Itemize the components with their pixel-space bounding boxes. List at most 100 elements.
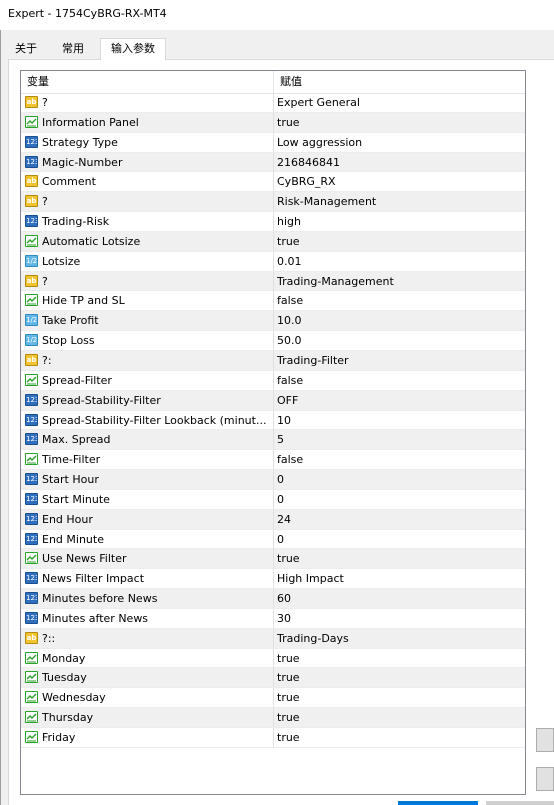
cell-divider [273,728,274,747]
parameter-value[interactable]: CyBRG_RX [277,172,517,191]
tab-common[interactable]: 常用 [52,40,94,60]
parameter-name: Max. Spread [42,433,111,447]
parameter-value[interactable]: Expert General [277,93,517,112]
cell-divider [273,93,274,112]
parameter-row[interactable]: 123 End Minute 0 [21,529,525,550]
cell-divider [273,589,274,609]
cell-divider [273,569,274,589]
side-button-upper[interactable] [536,728,554,752]
parameter-value[interactable]: 24 [277,510,517,529]
parameter-value[interactable]: 10 [277,411,517,430]
parameter-row[interactable]: 123 Spread-Stability-Filter Lookback (min… [21,410,525,431]
parameter-row[interactable]: ab?:: Trading-Days [21,628,525,649]
parameter-row[interactable]: 1/2 Take Profit 10.0 [21,311,525,332]
parameter-row[interactable]: ab? Risk-Management [21,192,525,213]
parameter-row[interactable]: 1/2 Stop Loss 50.0 [21,331,525,351]
parameter-value[interactable]: 30 [277,609,517,628]
parameter-value[interactable]: true [277,649,517,668]
parameter-row[interactable]: 1/2 Lotsize 0.01 [21,251,525,272]
parameter-value[interactable]: 0.01 [277,252,517,271]
tab-about[interactable]: 关于 [8,40,44,60]
parameter-row[interactable]: 123 End Hour 24 [21,509,525,530]
parameter-row[interactable]: Friday true [21,728,525,748]
parameter-value[interactable]: High Impact [277,569,517,588]
parameter-value[interactable]: true [277,668,517,687]
parameter-row[interactable]: Wednesday true [21,688,525,709]
parameter-value[interactable]: false [277,450,517,469]
parameter-row[interactable]: Hide TP and SL false [21,291,525,312]
cell-divider [273,370,274,390]
parameter-row[interactable]: 123 Spread-Stability-Filter OFF [21,390,525,411]
parameter-value[interactable]: OFF [277,391,517,410]
cancel-button[interactable] [486,801,554,805]
parameter-value[interactable]: true [277,688,517,707]
parameter-value[interactable]: Risk-Management [277,192,517,211]
parameter-value[interactable]: high [277,212,517,231]
bool-icon [25,711,38,724]
parameter-row[interactable]: Use News Filter true [21,549,525,570]
cell-divider [273,608,274,628]
parameter-value[interactable]: 0 [277,490,517,509]
parameter-row[interactable]: 123 News Filter Impact High Impact [21,569,525,590]
parameter-row[interactable]: ab? Expert General [21,93,525,113]
bool-icon [25,731,38,743]
parameter-value[interactable]: 10.0 [277,311,517,330]
parameter-row[interactable]: 123 Trading-Risk high [21,212,525,232]
parameter-row[interactable]: Tuesday true [21,668,525,689]
parameter-row[interactable]: Automatic Lotsize true [21,231,525,252]
parameter-value[interactable]: 60 [277,589,517,608]
parameter-name: Comment [42,175,96,189]
parameter-name: ? [42,195,48,209]
parameter-value[interactable]: 216846841 [277,153,517,172]
parameter-name: Minutes before News [42,592,158,606]
parameter-row[interactable]: 123 Strategy Type Low aggression [21,132,525,153]
parameter-value[interactable]: true [277,549,517,568]
column-header-value[interactable]: 赋值 [274,71,525,93]
parameter-value[interactable]: false [277,291,517,310]
parameter-name: News Filter Impact [42,572,145,586]
cell-divider [273,192,274,212]
parameter-row[interactable]: 123 Magic-Number 216846841 [21,152,525,173]
parameter-value[interactable]: Trading-Management [277,272,517,291]
parameter-name: ? [42,274,48,288]
parameter-value[interactable]: true [277,708,517,727]
column-header-variable[interactable]: 变量 [21,71,273,93]
parameter-value[interactable]: true [277,113,517,132]
parameter-row[interactable]: Time-Filter false [21,450,525,471]
parameter-value[interactable]: Trading-Days [277,629,517,648]
tab-input-parameters[interactable]: 输入参数 [100,38,166,60]
parameter-value[interactable]: Low aggression [277,133,517,152]
parameter-row[interactable]: Monday true [21,648,525,669]
bool-icon [25,294,38,307]
parameter-value[interactable]: true [277,728,517,747]
string-icon: ab [25,274,38,287]
parameter-value[interactable]: false [277,371,517,390]
string-icon: ab [25,195,38,208]
parameter-value[interactable]: 0 [277,530,517,549]
parameter-row[interactable]: 123 Start Minute 0 [21,489,525,510]
parameter-value[interactable]: 50.0 [277,331,517,350]
parameter-row[interactable]: Thursday true [21,708,525,728]
bool-icon [25,671,38,684]
parameter-name: Automatic Lotsize [42,234,141,248]
cell-divider [273,132,274,152]
parameter-row[interactable]: Spread-Filter false [21,370,525,391]
ok-button[interactable] [398,801,478,805]
parameter-row[interactable]: ab? Trading-Management [21,271,525,292]
parameter-row[interactable]: 123 Minutes after News 30 [21,608,525,629]
parameter-row[interactable]: ab?: Trading-Filter [21,350,525,371]
side-button-lower[interactable] [536,767,554,791]
parameter-row[interactable]: ab Comment CyBRG_RX [21,172,525,193]
parameter-value[interactable]: 0 [277,470,517,489]
parameter-row[interactable]: 123 Minutes before News 60 [21,589,525,609]
cell-divider [273,708,274,728]
parameter-name: Spread-Stability-Filter Lookback (minut.… [42,413,267,427]
parameter-value[interactable]: 5 [277,430,517,449]
parameter-row[interactable]: 123 Max. Spread 5 [21,430,525,451]
cell-divider [273,212,274,232]
parameter-value[interactable]: Trading-Filter [277,351,517,370]
parameter-row[interactable]: 123 Start Hour 0 [21,470,525,490]
parameter-value[interactable]: true [277,232,517,251]
cell-divider [273,331,274,351]
parameter-row[interactable]: Information Panel true [21,112,525,133]
